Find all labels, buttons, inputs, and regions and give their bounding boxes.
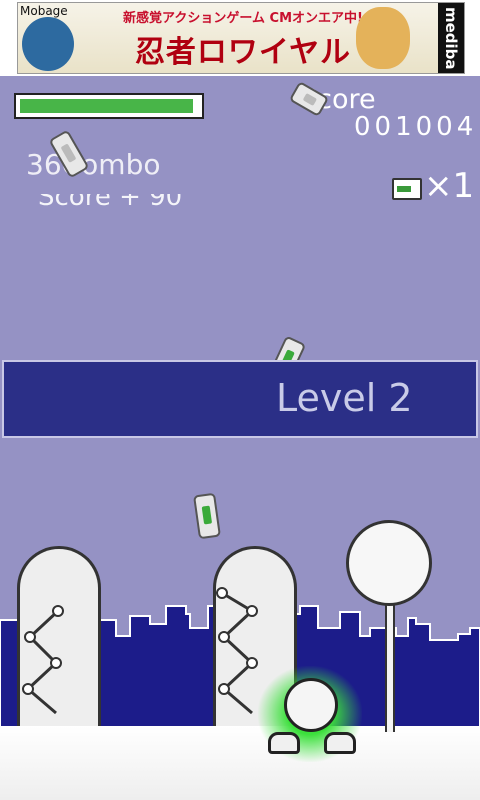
ninja-left-icon [22, 17, 74, 71]
ground [0, 726, 480, 800]
score-popup: Score + 90 [38, 194, 183, 212]
tower-left [17, 546, 101, 726]
level-banner: Level 2 [2, 360, 478, 438]
lamp-pole [385, 590, 395, 732]
battery-icon [193, 492, 221, 540]
multiplier-text: ×1 [424, 166, 475, 206]
robot-leg-right [324, 732, 356, 754]
battery-card-icon [392, 178, 422, 200]
player-robot[interactable] [258, 666, 362, 762]
ad-banner-image[interactable]: Mobage 新感覚アクションゲーム CMオンエア中! 忍者ロワイヤル medi… [17, 2, 465, 74]
ad-brand: mediba [438, 3, 464, 73]
robot-icon [284, 678, 338, 732]
zigzag-ladder-icon [22, 605, 64, 715]
game-canvas[interactable]: Score 001004 36Combo Score + 90 ×1 Level… [0, 76, 480, 800]
robot-leg-left [268, 732, 300, 754]
level-text: Level 2 [276, 376, 413, 420]
health-bar-fill [20, 99, 193, 113]
ad-banner[interactable]: Mobage 新感覚アクションゲーム CMオンエア中! 忍者ロワイヤル medi… [0, 0, 480, 76]
combo-counter: 36Combo [26, 148, 161, 181]
score-value: 001004 [354, 112, 478, 142]
lamp-head [346, 520, 432, 606]
ninja-right-icon [356, 7, 410, 69]
health-bar [14, 93, 204, 119]
ad-mobage-label: Mobage [20, 4, 68, 18]
